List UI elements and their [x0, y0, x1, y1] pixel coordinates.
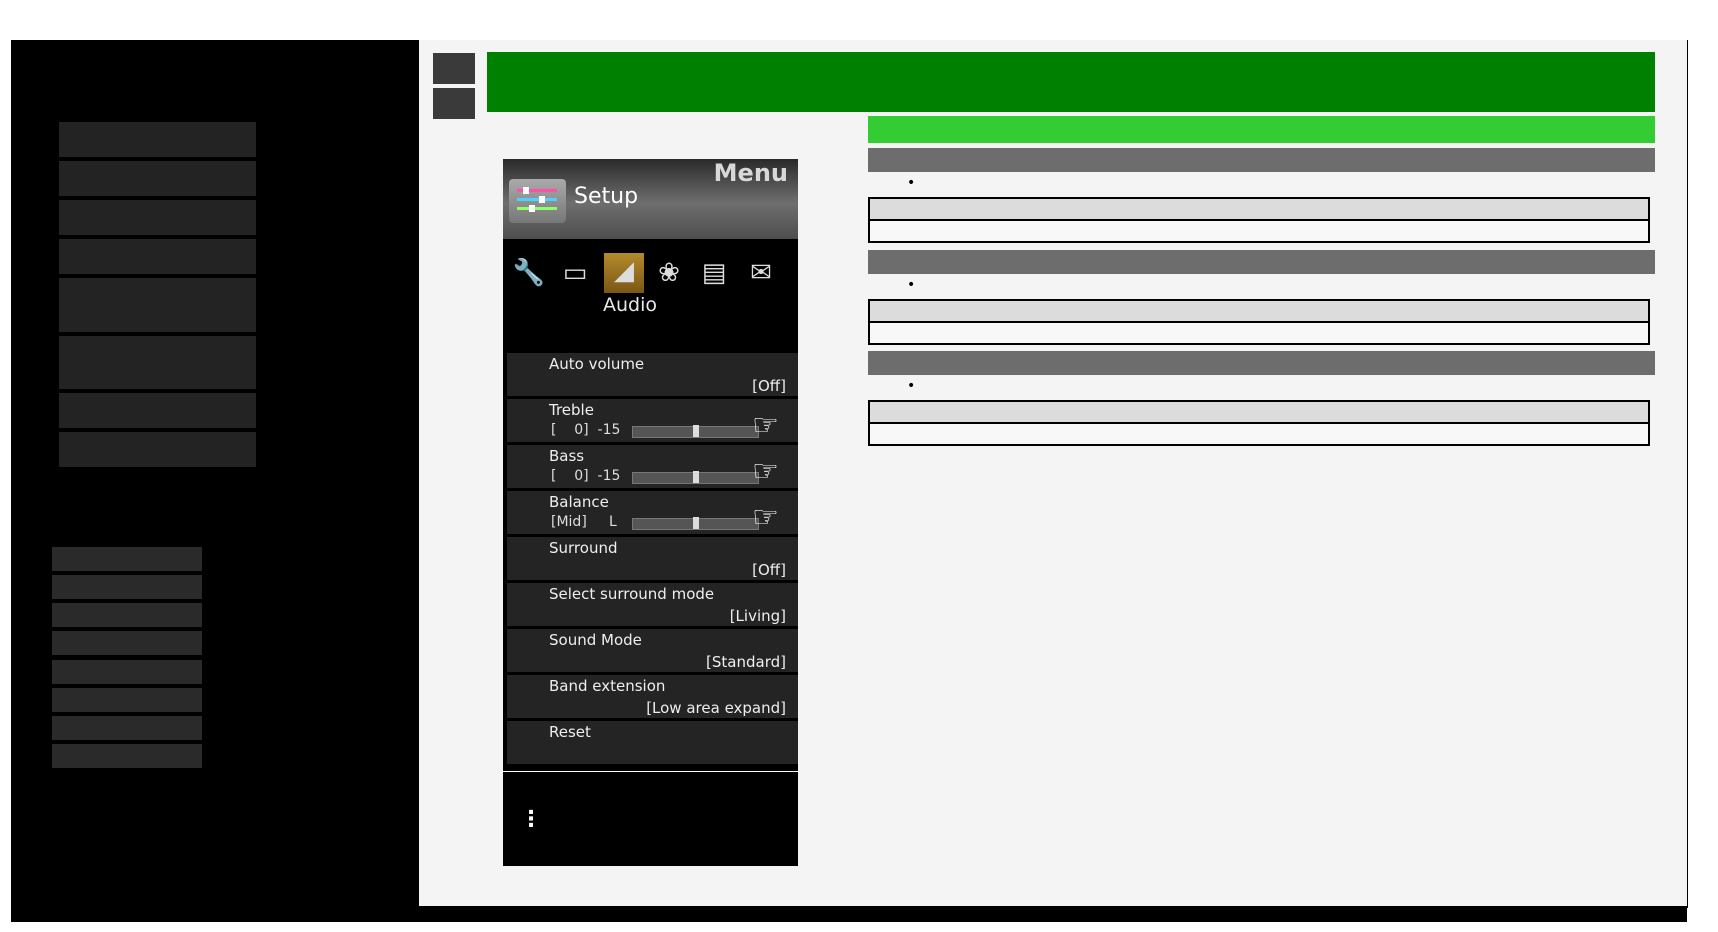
hand-pointer-icon: ☞	[752, 500, 779, 535]
nav-item[interactable]	[59, 432, 256, 467]
nav-item[interactable]	[59, 393, 256, 428]
tv-slider-value: [Mid] L	[551, 514, 617, 530]
sub-nav-item[interactable]	[52, 603, 202, 627]
more-options-icon[interactable]: ⋮	[520, 809, 542, 831]
tv-menu-item-value: [Low area expand]	[646, 699, 786, 717]
sub-nav-item[interactable]	[52, 688, 202, 712]
slider-knob[interactable]	[693, 471, 699, 483]
tv-menu-item-label: Band extension	[549, 677, 666, 695]
leaf-icon[interactable]: ❀	[651, 255, 687, 291]
section-header	[868, 250, 1655, 274]
tv-menu-item-value: [Off]	[752, 377, 786, 395]
table-header-row	[868, 197, 1650, 221]
tv-menu-item-label: Reset	[549, 723, 591, 741]
table-header-row	[868, 400, 1650, 424]
sub-nav-item[interactable]	[52, 744, 202, 768]
tv-menu-item-band-extension[interactable]: Band extension [Low area expand]	[507, 675, 798, 720]
tv-menu-title: Menu	[713, 159, 788, 187]
tv-menu-item-label: Balance	[549, 493, 609, 511]
tv-divider	[503, 771, 798, 772]
section-header	[868, 148, 1655, 172]
bass-slider[interactable]	[632, 471, 759, 484]
bullet: •	[907, 277, 916, 293]
bottom-bar	[419, 906, 1687, 922]
tv-menu-item-surround[interactable]: Surround [Off]	[507, 537, 798, 582]
sub-nav-item[interactable]	[52, 716, 202, 740]
tv-menu-item-label: Select surround mode	[549, 585, 715, 603]
envelope-icon[interactable]: ✉	[743, 255, 779, 291]
page-subbanner	[868, 116, 1655, 143]
nav-item[interactable]	[59, 122, 256, 157]
tv-menu-item-label: Auto volume	[549, 355, 645, 373]
tv-menu-header: Menu Setup	[503, 159, 798, 239]
nav-item[interactable]	[59, 278, 256, 332]
tv-menu-item-balance[interactable]: Balance [Mid] L ☞	[507, 491, 798, 536]
tv-section-label: Setup	[574, 184, 639, 209]
tv-slider-value: [ 0] -15	[551, 422, 621, 438]
bullet: •	[907, 175, 916, 191]
tv-category-label: Audio	[603, 294, 658, 316]
bullet: •	[907, 378, 916, 394]
table-row	[868, 219, 1650, 243]
wrench-icon[interactable]: 🔧	[511, 255, 547, 291]
tv-menu-item-label: Sound Mode	[549, 631, 642, 649]
tv-menu-item-bass[interactable]: Bass [ 0] -15 ☞	[507, 445, 798, 490]
setup-sliders-icon	[509, 179, 566, 223]
tv-menu-item-surround-mode[interactable]: Select surround mode [Living]	[507, 583, 798, 628]
section-header	[868, 351, 1655, 375]
tv-menu-item-label: Bass	[549, 447, 585, 465]
nav-item[interactable]	[59, 239, 256, 274]
tv-menu-item-value: [Standard]	[706, 653, 786, 671]
table-row	[868, 321, 1650, 345]
table-row	[868, 422, 1650, 446]
slider-knob[interactable]	[693, 425, 699, 437]
nav-square-button[interactable]	[433, 53, 475, 84]
slider-knob[interactable]	[693, 517, 699, 529]
sub-nav-item[interactable]	[52, 660, 202, 684]
toolbox-icon[interactable]: ▤	[696, 255, 732, 291]
tv-menu-item-sound-mode[interactable]: Sound Mode [Standard]	[507, 629, 798, 674]
tv-menu-item-auto-volume[interactable]: Auto volume [Off]	[507, 353, 798, 398]
treble-slider[interactable]	[632, 425, 759, 438]
tv-menu-screenshot: Menu Setup 🔧 ▭ ◢ ❀ ▤ ✉ Audio Auto volume…	[503, 159, 798, 866]
nav-item[interactable]	[59, 336, 256, 389]
left-nav-panel	[11, 40, 419, 922]
hand-pointer-icon: ☞	[752, 408, 779, 443]
page-banner	[487, 52, 1655, 112]
sub-nav-item[interactable]	[52, 631, 202, 655]
sub-nav-item[interactable]	[52, 575, 202, 599]
nav-item[interactable]	[59, 200, 256, 235]
tv-menu-item-label: Treble	[549, 401, 594, 419]
nav-square-button[interactable]	[433, 88, 475, 119]
tv-slider-value: [ 0] -15	[551, 468, 621, 484]
monitor-icon[interactable]: ▭	[557, 255, 593, 291]
balance-slider[interactable]	[632, 517, 759, 530]
right-border	[1687, 40, 1688, 908]
sub-nav-item[interactable]	[52, 547, 202, 571]
tv-menu-item-label: Surround	[549, 539, 618, 557]
table-header-row	[868, 299, 1650, 323]
tv-menu-item-reset[interactable]: Reset	[507, 721, 798, 766]
tv-menu-item-value: [Living]	[729, 607, 786, 625]
tv-menu-item-value: [Off]	[752, 561, 786, 579]
nav-item[interactable]	[59, 161, 256, 196]
hand-pointer-icon: ☞	[752, 454, 779, 489]
speaker-icon[interactable]: ◢	[604, 253, 644, 293]
tv-menu-item-treble[interactable]: Treble [ 0] -15 ☞	[507, 399, 798, 444]
